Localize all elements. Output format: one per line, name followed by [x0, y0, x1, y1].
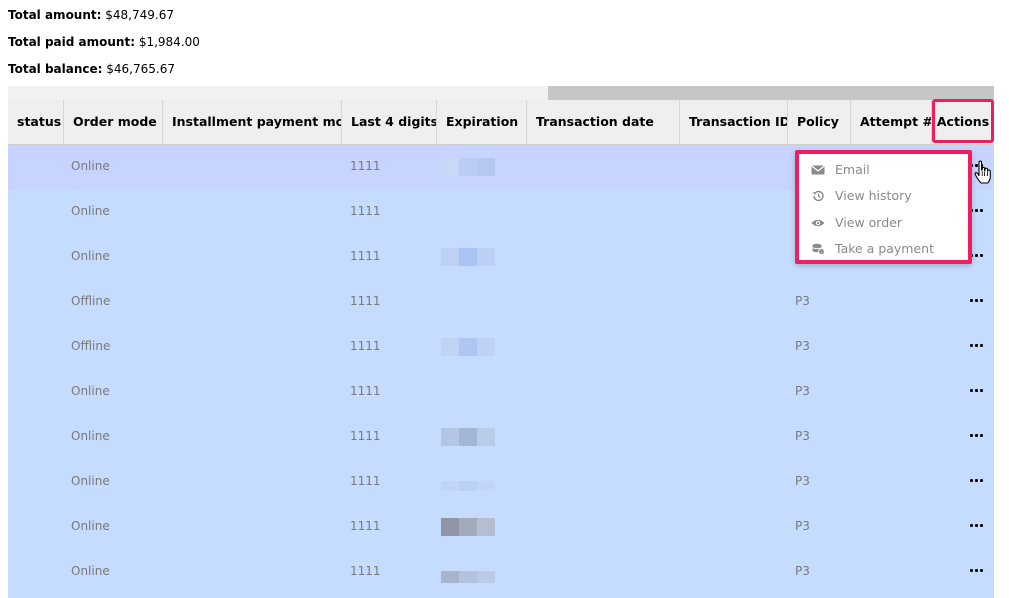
total-paid-amount: Total paid amount: $1,984.00	[8, 27, 200, 54]
policy-cell: P3	[795, 294, 810, 308]
column-header-last-4-digits[interactable]: Last 4 digits	[342, 100, 437, 144]
order-mode-cell: Online	[71, 474, 110, 488]
row-actions-menu: Email View history View order Take a pay…	[795, 150, 972, 264]
table-row[interactable]: Online 1111 P3	[8, 370, 994, 415]
last-4-digits-cell: 1111	[350, 204, 381, 218]
order-mode-cell: Online	[71, 159, 110, 173]
order-mode-cell: Online	[71, 384, 110, 398]
row-actions-button[interactable]	[970, 517, 986, 533]
menu-item-view-history[interactable]: View history	[809, 183, 966, 209]
order-mode-cell: Online	[71, 519, 110, 533]
last-4-digits-cell: 1111	[350, 519, 381, 533]
row-actions-button[interactable]	[970, 202, 986, 218]
column-header-status[interactable]: status	[8, 100, 64, 144]
policy-cell: P3	[795, 339, 810, 353]
row-actions-button[interactable]	[970, 472, 986, 488]
total-balance-value: $46,765.67	[106, 62, 175, 76]
last-4-digits-cell: 1111	[350, 564, 381, 578]
total-balance-label: Total balance:	[8, 62, 103, 76]
last-4-digits-cell: 1111	[350, 159, 381, 173]
grid-header: status Order mode Installment payment mo…	[8, 100, 994, 145]
last-4-digits-cell: 1111	[350, 384, 381, 398]
menu-item-view-history-label: View history	[835, 188, 912, 203]
eye-icon	[811, 219, 825, 227]
row-actions-button[interactable]	[970, 382, 986, 398]
table-row[interactable]: Online 1111 P3	[8, 460, 994, 505]
policy-cell: P3	[795, 384, 810, 398]
expiration-redacted	[441, 481, 495, 491]
expiration-redacted	[441, 571, 495, 583]
coins-icon	[812, 243, 825, 255]
menu-item-take-a-payment-label: Take a payment	[835, 241, 934, 256]
horizontal-scrollbar[interactable]	[8, 86, 994, 100]
order-mode-cell: Offline	[71, 339, 111, 353]
total-amount-label: Total amount:	[8, 8, 102, 22]
table-row[interactable]: Online 1111 P3	[8, 505, 994, 550]
expiration-redacted	[441, 428, 495, 446]
last-4-digits-cell: 1111	[350, 474, 381, 488]
actions-header-highlight	[932, 99, 994, 143]
table-row[interactable]: Offline 1111 P3	[8, 280, 994, 325]
expiration-redacted	[441, 248, 495, 266]
order-mode-cell: Online	[71, 429, 110, 443]
row-actions-button[interactable]	[970, 247, 986, 263]
last-4-digits-cell: 1111	[350, 429, 381, 443]
policy-cell: P3	[795, 519, 810, 533]
policy-cell: P3	[795, 564, 810, 578]
column-header-attempt[interactable]: Attempt #	[851, 100, 932, 144]
menu-item-view-order[interactable]: View order	[809, 210, 966, 236]
row-actions-button[interactable]	[970, 337, 986, 353]
menu-item-email-label: Email	[835, 162, 870, 177]
table-row[interactable]: Offline 1111 P3	[8, 325, 994, 370]
table-row[interactable]: Online 1111 P3	[8, 415, 994, 460]
last-4-digits-cell: 1111	[350, 294, 381, 308]
row-actions-button[interactable]	[970, 427, 986, 443]
order-mode-cell: Offline	[71, 294, 111, 308]
total-paid-value: $1,984.00	[138, 35, 200, 49]
total-amount: Total amount: $48,749.67	[8, 0, 200, 27]
order-mode-cell: Online	[71, 204, 110, 218]
last-4-digits-cell: 1111	[350, 249, 381, 263]
hand-cursor-icon	[974, 160, 991, 184]
row-actions-button[interactable]	[970, 292, 986, 308]
totals-summary: Total amount: $48,749.67 Total paid amou…	[8, 0, 200, 81]
menu-item-take-a-payment[interactable]: Take a payment	[809, 236, 966, 262]
column-header-transaction-id[interactable]: Transaction ID	[680, 100, 788, 144]
expiration-redacted	[441, 158, 495, 176]
menu-item-email[interactable]: Email	[809, 157, 966, 183]
total-amount-value: $48,749.67	[105, 8, 174, 22]
order-mode-cell: Online	[71, 249, 110, 263]
history-icon	[812, 190, 824, 202]
order-mode-cell: Online	[71, 564, 110, 578]
column-header-order-mode[interactable]: Order mode	[64, 100, 163, 144]
column-header-installment-payment-mode[interactable]: Installment payment mode	[163, 100, 342, 144]
menu-item-view-order-label: View order	[835, 215, 902, 230]
table-row[interactable]: Online 1111 P3	[8, 550, 994, 595]
total-balance: Total balance: $46,765.67	[8, 54, 200, 81]
policy-cell: P3	[795, 474, 810, 488]
column-header-expiration[interactable]: Expiration	[437, 100, 527, 144]
last-4-digits-cell: 1111	[350, 339, 381, 353]
total-paid-label: Total paid amount:	[8, 35, 135, 49]
expiration-redacted	[441, 338, 495, 356]
envelope-icon	[811, 165, 825, 175]
column-header-policy[interactable]: Policy	[788, 100, 851, 144]
row-actions-button[interactable]	[970, 562, 986, 578]
horizontal-scrollbar-thumb[interactable]	[548, 86, 994, 100]
policy-cell: P3	[795, 429, 810, 443]
expiration-redacted	[441, 518, 495, 536]
column-header-transaction-date[interactable]: Transaction date	[527, 100, 680, 144]
